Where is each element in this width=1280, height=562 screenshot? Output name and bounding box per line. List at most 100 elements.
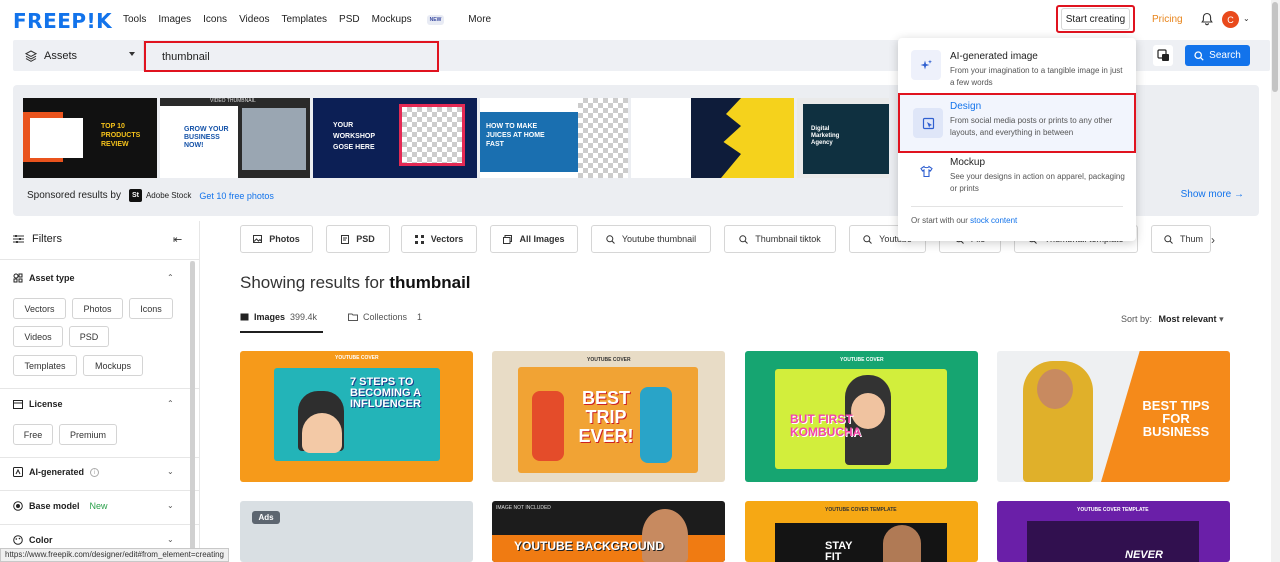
- result-card[interactable]: YOUTUBE COVER TEMPLATE STAY FIT: [745, 501, 978, 562]
- tab-collections[interactable]: Collections 1: [348, 312, 422, 322]
- results-query: thumbnail: [389, 273, 471, 292]
- license-title: License: [29, 399, 63, 409]
- avatar[interactable]: C: [1222, 11, 1239, 28]
- tag-thumbnail-tiktok[interactable]: Thumbnail tiktok: [724, 225, 836, 253]
- result-card[interactable]: YOUTUBE COVER BEST TRIP EVER!: [492, 351, 725, 482]
- dropdown-item-mockup[interactable]: Mockup See your designs in action on app…: [898, 146, 1136, 200]
- bell-icon[interactable]: [1200, 12, 1214, 26]
- chevron-up-icon[interactable]: ⌃: [167, 399, 174, 408]
- dropdown-item-desc: See your designs in action on apparel, p…: [950, 172, 1125, 193]
- show-more-link[interactable]: Show more →: [1181, 189, 1244, 200]
- chevron-up-icon[interactable]: ⌃: [167, 273, 174, 282]
- dropdown-item-ai-image[interactable]: AI-generated image From your imagination…: [898, 40, 1136, 94]
- sponsored-thumb[interactable]: TOP 10 PRODUCTS REVIEW: [23, 98, 157, 178]
- nav-icons[interactable]: Icons: [203, 14, 227, 25]
- chevron-right-icon[interactable]: ›: [1211, 233, 1215, 247]
- layers-icon: [25, 49, 37, 62]
- nav-images[interactable]: Images: [158, 14, 191, 25]
- result-card[interactable]: BEST TIPS FOR BUSINESS: [997, 351, 1230, 482]
- sponsored-thumb[interactable]: YOUR WORKSHOP GOSE HERE: [313, 98, 477, 178]
- thumb-text: YOUR WORKSHOP GOSE HERE: [333, 122, 375, 151]
- sponsored-thumb[interactable]: [631, 98, 794, 178]
- page-scroll-thumb[interactable]: [1272, 2, 1278, 92]
- chip-mockups[interactable]: Mockups: [83, 355, 143, 376]
- color-title: Color: [29, 535, 53, 545]
- chevron-down-icon[interactable]: ⌄: [167, 501, 174, 510]
- sort-by-control[interactable]: Sort by: Most relevant ▾: [1121, 314, 1224, 325]
- asset-type-title: Asset type: [29, 273, 75, 283]
- tag-youtube-thumbnail[interactable]: Youtube thumbnail: [591, 225, 711, 253]
- nav-mockups[interactable]: Mockups NEW: [372, 14, 457, 25]
- tag-all-images[interactable]: All Images: [490, 225, 578, 253]
- tag-thum[interactable]: Thum: [1151, 225, 1211, 253]
- search-button[interactable]: Search: [1185, 45, 1250, 66]
- nav-templates[interactable]: Templates: [281, 14, 327, 25]
- pricing-link[interactable]: Pricing: [1152, 14, 1183, 25]
- freepik-logo[interactable]: FREEP!K: [13, 9, 112, 33]
- tab-images[interactable]: Images 399.4k: [240, 312, 317, 322]
- chip-templates[interactable]: Templates: [13, 355, 77, 376]
- base-model-section[interactable]: Base model New: [13, 501, 108, 511]
- sponsored-thumb[interactable]: VIDEO THUMBNAIL GROW YOUR BUSINESS NOW!: [160, 98, 310, 178]
- card-text: 7 STEPS TO BECOMING A INFLUENCER: [350, 376, 421, 410]
- tag-vectors[interactable]: Vectors: [401, 225, 477, 253]
- nav-psd[interactable]: PSD: [339, 14, 360, 25]
- tab-images-count: 399.4k: [290, 312, 318, 322]
- tab-collections-label: Collections: [363, 312, 408, 322]
- folder-icon: [348, 313, 358, 321]
- new-badge: NEW: [426, 14, 445, 25]
- result-card[interactable]: YOUTUBE COVER BUT FIRST KOMBUCHA: [745, 351, 978, 482]
- color-section[interactable]: Color: [13, 535, 53, 545]
- nav-more[interactable]: More: [468, 14, 491, 25]
- card-text: BEST TRIP EVER!: [578, 388, 634, 446]
- chevron-down-icon[interactable]: ⌄: [167, 535, 174, 544]
- vector-icon: [414, 234, 424, 244]
- sponsored-thumb[interactable]: Digital Marketing Agency: [797, 98, 889, 178]
- chip-premium[interactable]: Premium: [59, 424, 117, 445]
- results-heading: Showing results for thumbnail: [240, 273, 471, 293]
- nav-tools[interactable]: Tools: [123, 14, 146, 25]
- ai-generated-section[interactable]: AI-generated i: [13, 467, 100, 477]
- stock-content-link[interactable]: stock content: [970, 216, 1017, 225]
- result-card[interactable]: YOUTUBE COVER TEMPLATE NEVER: [997, 501, 1230, 562]
- asset-type-select[interactable]: Assets: [13, 40, 144, 71]
- nav-mockups-label: Mockups: [371, 13, 412, 25]
- chevron-down-icon[interactable]: ⌄: [1243, 14, 1250, 23]
- search-input[interactable]: thumbnail: [144, 41, 439, 72]
- sponsored-thumb[interactable]: HOW TO MAKE JUICES AT HOME FAST: [480, 98, 628, 178]
- license-section[interactable]: License: [13, 399, 63, 409]
- visual-search-button[interactable]: [1153, 45, 1173, 66]
- start-creating-button[interactable]: Start creating: [1061, 8, 1130, 30]
- sidebar-scroll-thumb[interactable]: [190, 261, 195, 551]
- ad-card[interactable]: Ads: [240, 501, 473, 562]
- dropdown-item-design[interactable]: Design From social media posts or prints…: [898, 93, 1136, 153]
- adobe-stock-label: Adobe Stock: [145, 191, 192, 200]
- chip-free[interactable]: Free: [13, 424, 53, 445]
- tag-psd[interactable]: PSD: [326, 225, 390, 253]
- tag-photos[interactable]: Photos: [240, 225, 313, 253]
- chevron-down-icon[interactable]: ⌄: [167, 467, 174, 476]
- search-button-label: Search: [1209, 50, 1241, 61]
- filters-sidebar: Filters ⇤ Asset type ⌃ Vectors Photos Ic…: [0, 221, 200, 562]
- divider: [0, 259, 200, 260]
- images-icon: [240, 313, 249, 321]
- collapse-sidebar-icon[interactable]: ⇤: [173, 233, 182, 246]
- dropdown-item-title: Design: [950, 101, 982, 112]
- free-photos-link[interactable]: Get 10 free photos: [199, 191, 274, 201]
- dropdown-item-title: Mockup: [950, 157, 986, 168]
- asset-type-section[interactable]: Asset type: [13, 273, 75, 283]
- tag-label: Youtube thumbnail: [621, 234, 697, 244]
- sliders-icon: [13, 235, 24, 243]
- chip-photos[interactable]: Photos: [72, 298, 123, 319]
- chip-icons[interactable]: Icons: [129, 298, 173, 319]
- card-title: YOUTUBE COVER TEMPLATE: [1077, 507, 1149, 513]
- nav-videos[interactable]: Videos: [239, 14, 269, 25]
- sparkle-icon: [911, 50, 941, 80]
- tag-label: Thum: [1180, 234, 1204, 244]
- chip-videos[interactable]: Videos: [13, 326, 63, 347]
- result-card[interactable]: YOUTUBE COVER 7 STEPS TO BECOMING A INFL…: [240, 351, 473, 482]
- chip-psd[interactable]: PSD: [69, 326, 109, 347]
- chip-vectors[interactable]: Vectors: [13, 298, 66, 319]
- result-card[interactable]: IMAGE NOT INCLUDED YOUTUBE BACKGROUND: [492, 501, 725, 562]
- adobe-stock-brand[interactable]: St Adobe Stock: [128, 189, 192, 202]
